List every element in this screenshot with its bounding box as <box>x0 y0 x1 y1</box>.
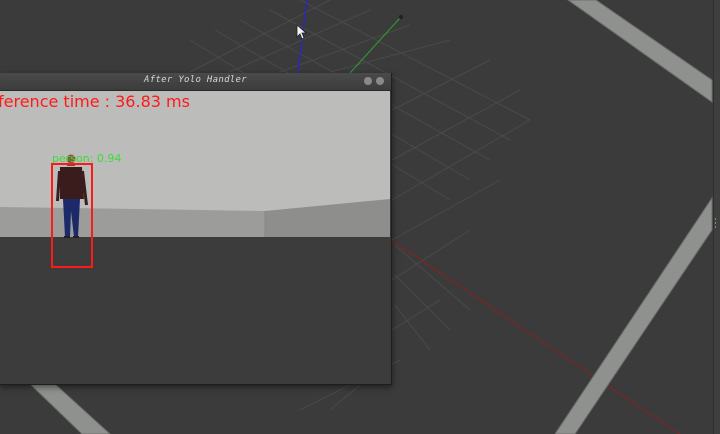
image-view: ference time : 36.83 ms person: 0.94 <box>0 91 390 383</box>
panel-splitter[interactable] <box>713 0 720 434</box>
window-titlebar[interactable]: After Yolo Handler <box>0 73 391 91</box>
splitter-grip-icon <box>715 218 716 228</box>
close-button[interactable] <box>376 77 384 85</box>
yolo-output-window[interactable]: After Yolo Handler ference time : 36.83 … <box>0 73 392 385</box>
origin-marker <box>398 14 404 20</box>
window-title: After Yolo Handler <box>144 75 247 85</box>
detection-bounding-box <box>51 163 93 268</box>
inference-time-text: ference time : 36.83 ms <box>0 92 190 111</box>
frame-wall-left <box>0 207 265 237</box>
minimize-button[interactable] <box>364 77 372 85</box>
